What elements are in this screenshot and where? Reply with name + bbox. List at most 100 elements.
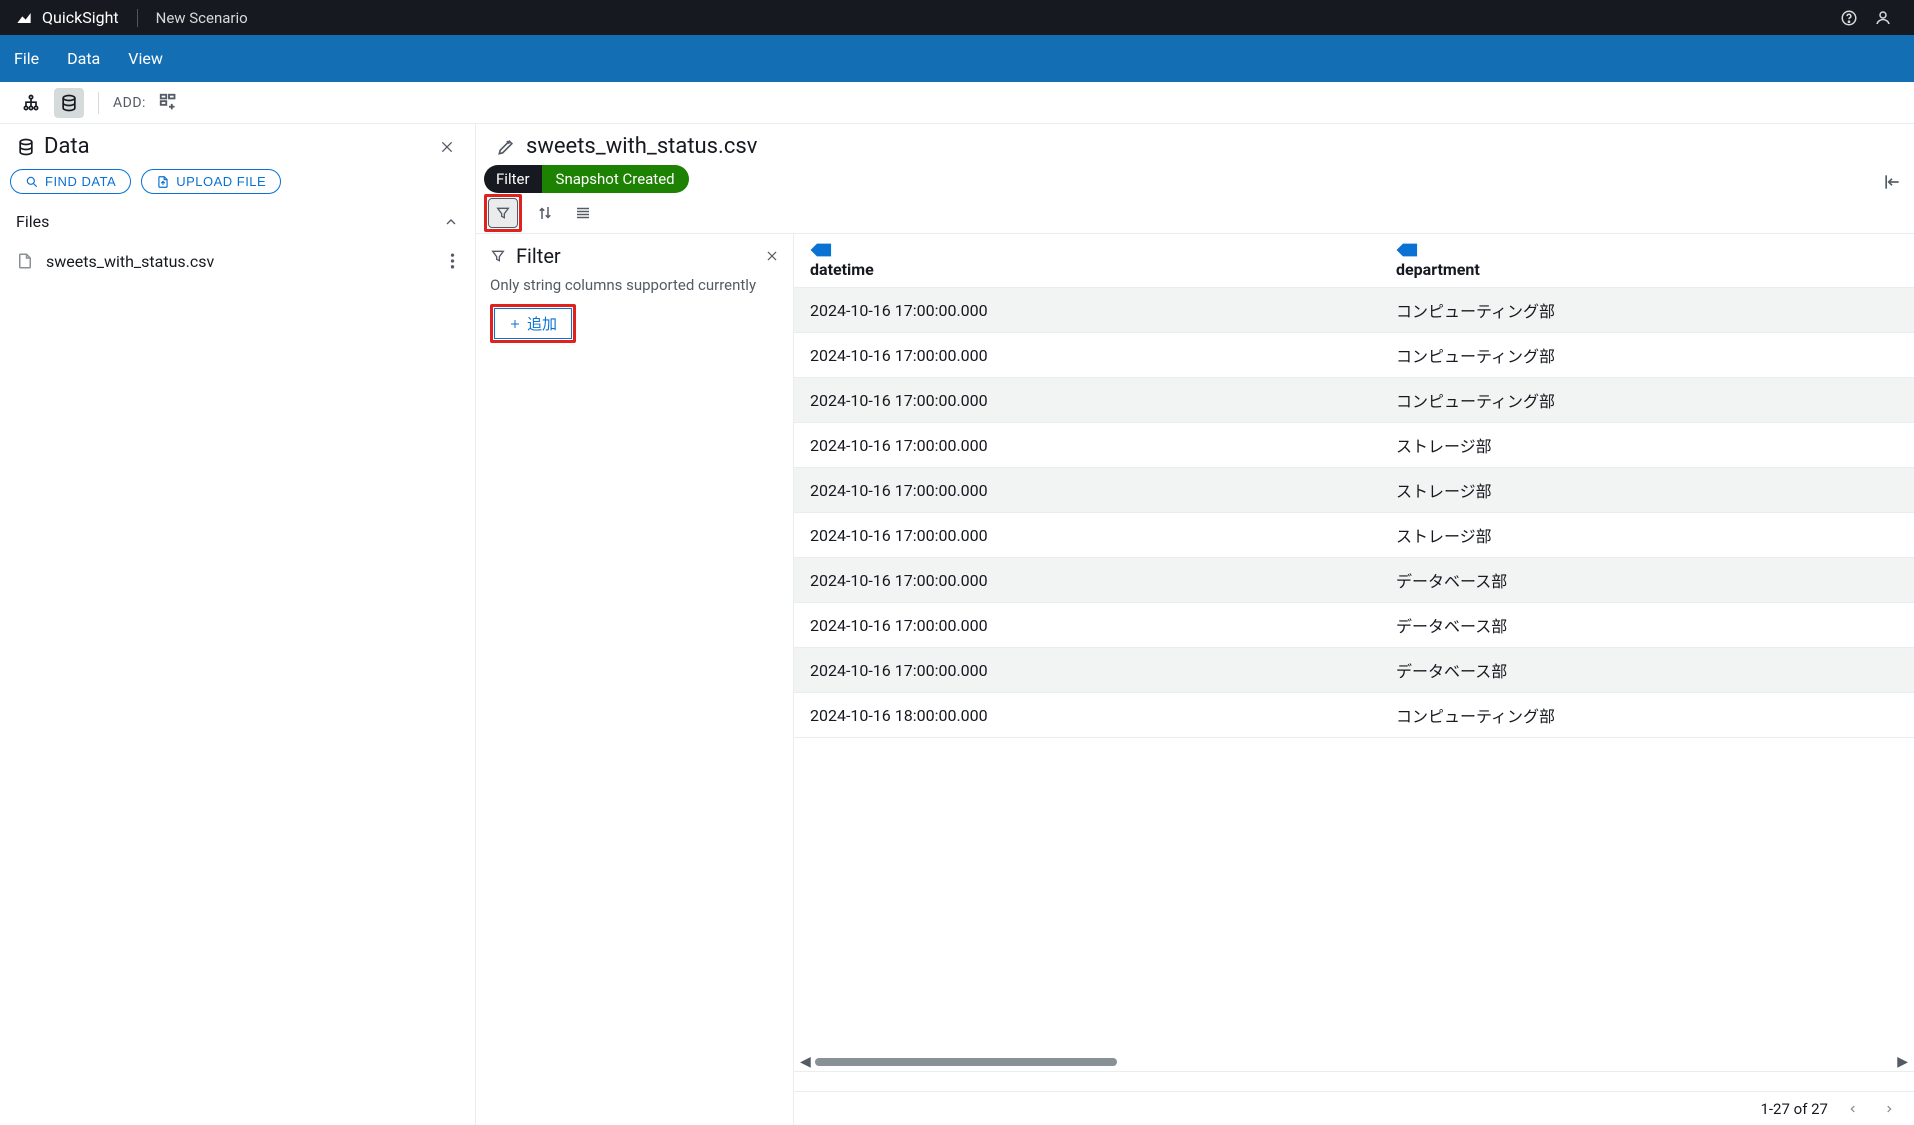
dataset-tools [476, 193, 1914, 233]
data-title-text: Data [44, 134, 90, 159]
data-panel-title: Data [16, 134, 425, 159]
filter-tool-button[interactable] [488, 198, 518, 228]
find-data-button[interactable]: FIND DATA [10, 169, 131, 194]
table-scroll[interactable]: datetime department 2024-10-16 1 [794, 234, 1914, 1053]
dataset-title-text: sweets_with_status.csv [526, 134, 757, 159]
main: Data FIND DATA UPLOAD FILE Files [0, 124, 1914, 1125]
col-head-department[interactable]: department [1380, 234, 1914, 288]
upload-file-button[interactable]: UPLOAD FILE [141, 169, 281, 194]
cell-department: コンピューティング部 [1380, 693, 1914, 738]
menu-data[interactable]: Data [67, 49, 100, 68]
rows-tool-button[interactable] [568, 198, 598, 228]
sort-tool-button[interactable] [530, 198, 560, 228]
dataset-title: sweets_with_status.csv [496, 134, 757, 159]
table-row[interactable]: 2024-10-16 17:00:00.000ストレージ部 [794, 513, 1914, 558]
scroll-left-icon[interactable]: ◀ [800, 1054, 811, 1070]
content-panel: sweets_with_status.csv Filter Snapshot C… [476, 124, 1914, 1125]
prev-page-button[interactable] [1842, 1100, 1864, 1118]
cell-department: ストレージ部 [1380, 423, 1914, 468]
next-page-button[interactable] [1878, 1100, 1900, 1118]
cell-datetime: 2024-10-16 17:00:00.000 [794, 648, 1380, 693]
scroll-right-icon[interactable]: ▶ [1897, 1054, 1908, 1070]
cell-datetime: 2024-10-16 17:00:00.000 [794, 603, 1380, 648]
hscroll-track[interactable] [815, 1058, 1893, 1066]
cell-datetime: 2024-10-16 17:00:00.000 [794, 333, 1380, 378]
cell-department: データベース部 [1380, 603, 1914, 648]
upload-icon [156, 175, 170, 189]
page-range: 1-27 of 27 [1760, 1100, 1828, 1118]
toolrow-sep [98, 92, 99, 114]
file-name: sweets_with_status.csv [46, 252, 214, 271]
table-row[interactable]: 2024-10-16 17:00:00.000ストレージ部 [794, 468, 1914, 513]
col-head-datetime[interactable]: datetime [794, 234, 1380, 288]
hscroll-thumb[interactable] [815, 1058, 1117, 1066]
tag-icon [1396, 242, 1898, 258]
brand-label: QuickSight [42, 8, 119, 27]
table-row[interactable]: 2024-10-16 18:00:00.000コンピューティング部 [794, 693, 1914, 738]
table-row[interactable]: 2024-10-16 17:00:00.000コンピューティング部 [794, 288, 1914, 333]
quicksight-logo-icon [14, 8, 34, 28]
table-row[interactable]: 2024-10-16 17:00:00.000データベース部 [794, 558, 1914, 603]
cell-department: コンピューティング部 [1380, 378, 1914, 423]
plus-icon [509, 318, 521, 330]
rows-icon [574, 204, 592, 222]
col-datetime-label: datetime [810, 260, 874, 279]
file-row[interactable]: sweets_with_status.csv [0, 239, 475, 283]
filter-panel-title: Filter [516, 244, 561, 268]
cell-department: データベース部 [1380, 648, 1914, 693]
cell-datetime: 2024-10-16 17:00:00.000 [794, 468, 1380, 513]
user-icon[interactable] [1866, 5, 1900, 31]
cell-department: ストレージ部 [1380, 513, 1914, 558]
more-icon[interactable] [446, 247, 459, 275]
hscroll[interactable]: ◀ ▶ [794, 1053, 1914, 1071]
search-icon [25, 175, 39, 189]
files-section-head[interactable]: Files [0, 204, 475, 239]
data-panel: Data FIND DATA UPLOAD FILE Files [0, 124, 476, 1125]
pill-filter-label: Filter [484, 165, 542, 193]
close-filter-panel[interactable] [765, 249, 779, 263]
toolrow: ADD: [0, 82, 1914, 124]
highlight-add-filter: 追加 [490, 304, 576, 343]
tag-icon [810, 242, 1364, 258]
highlight-filter-tool [484, 194, 522, 232]
file-icon [16, 250, 34, 272]
cell-department: データベース部 [1380, 558, 1914, 603]
menu-view[interactable]: View [128, 49, 163, 68]
cell-datetime: 2024-10-16 17:00:00.000 [794, 378, 1380, 423]
menu-file[interactable]: File [14, 49, 39, 68]
filter-panel: Filter Only string columns supported cur… [476, 234, 794, 1125]
pill-status-label: Snapshot Created [542, 165, 689, 193]
funnel-icon [495, 205, 511, 221]
close-data-panel[interactable] [435, 135, 459, 159]
edit-icon[interactable] [496, 137, 516, 157]
hierarchy-icon[interactable] [16, 88, 46, 118]
cell-datetime: 2024-10-16 18:00:00.000 [794, 693, 1380, 738]
menubar: File Data View [0, 35, 1914, 82]
add-label: ADD: [113, 95, 146, 111]
scenario-title[interactable]: New Scenario [156, 9, 248, 27]
table-row[interactable]: 2024-10-16 17:00:00.000データベース部 [794, 648, 1914, 693]
add-filter-label: 追加 [527, 313, 557, 334]
help-icon[interactable] [1832, 5, 1866, 31]
add-block-icon[interactable] [154, 88, 184, 118]
data-table: datetime department 2024-10-16 1 [794, 234, 1914, 738]
cell-department: コンピューティング部 [1380, 333, 1914, 378]
table-row[interactable]: 2024-10-16 17:00:00.000コンピューティング部 [794, 333, 1914, 378]
brand: QuickSight [14, 8, 119, 28]
files-head-label: Files [16, 212, 49, 231]
table-row[interactable]: 2024-10-16 17:00:00.000コンピューティング部 [794, 378, 1914, 423]
table-row[interactable]: 2024-10-16 17:00:00.000ストレージ部 [794, 423, 1914, 468]
add-filter-button[interactable]: 追加 [494, 308, 572, 339]
cell-department: ストレージ部 [1380, 468, 1914, 513]
filter-status-pill-row: Filter Snapshot Created [476, 159, 1914, 193]
cropped-whitebar [794, 1071, 1914, 1091]
filter-note: Only string columns supported currently [490, 276, 779, 294]
funnel-small-icon [490, 248, 506, 264]
database-icon[interactable] [54, 88, 84, 118]
chevron-up-icon[interactable] [443, 214, 459, 230]
table-footer: 1-27 of 27 [794, 1091, 1914, 1125]
cell-datetime: 2024-10-16 17:00:00.000 [794, 513, 1380, 558]
table-row[interactable]: 2024-10-16 17:00:00.000データベース部 [794, 603, 1914, 648]
filter-status-pill: Filter Snapshot Created [484, 165, 689, 193]
upload-file-label: UPLOAD FILE [176, 174, 266, 189]
